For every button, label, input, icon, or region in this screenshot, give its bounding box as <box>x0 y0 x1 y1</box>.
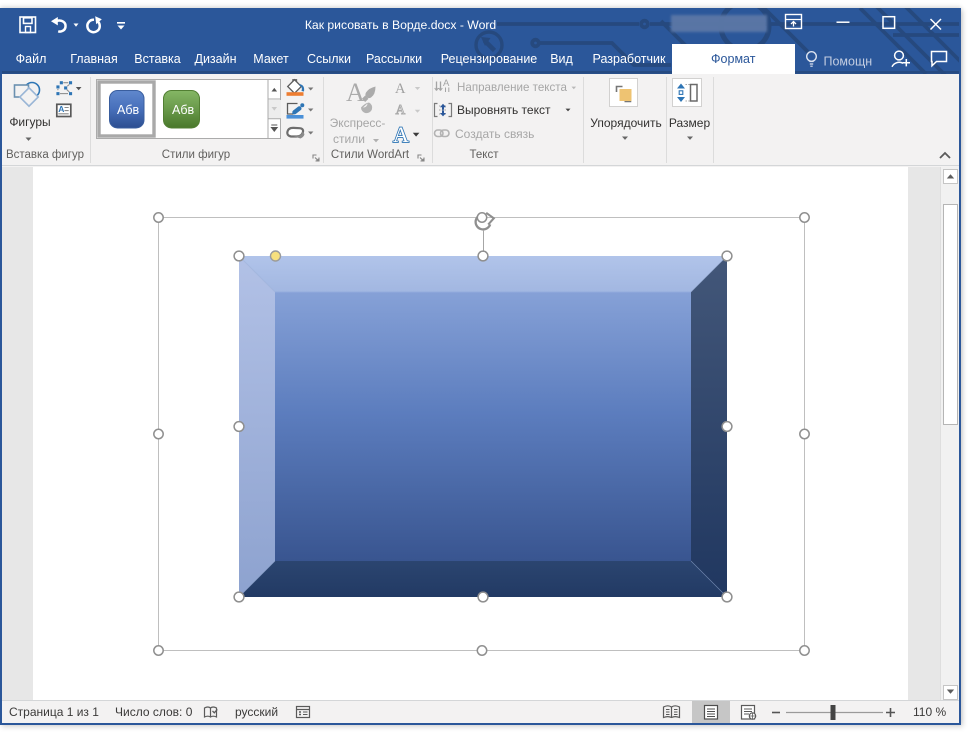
svg-text:А: А <box>393 122 409 147</box>
svg-text:А: А <box>396 102 406 117</box>
svg-text:Абв: Абв <box>172 103 194 117</box>
svg-text:А: А <box>58 104 64 114</box>
svg-text:А: А <box>346 78 365 107</box>
svg-text:А: А <box>395 81 406 97</box>
svg-text:Абв: Абв <box>117 103 139 117</box>
svg-text:Помощн: Помощн <box>824 55 873 69</box>
svg-text:А: А <box>443 78 450 89</box>
